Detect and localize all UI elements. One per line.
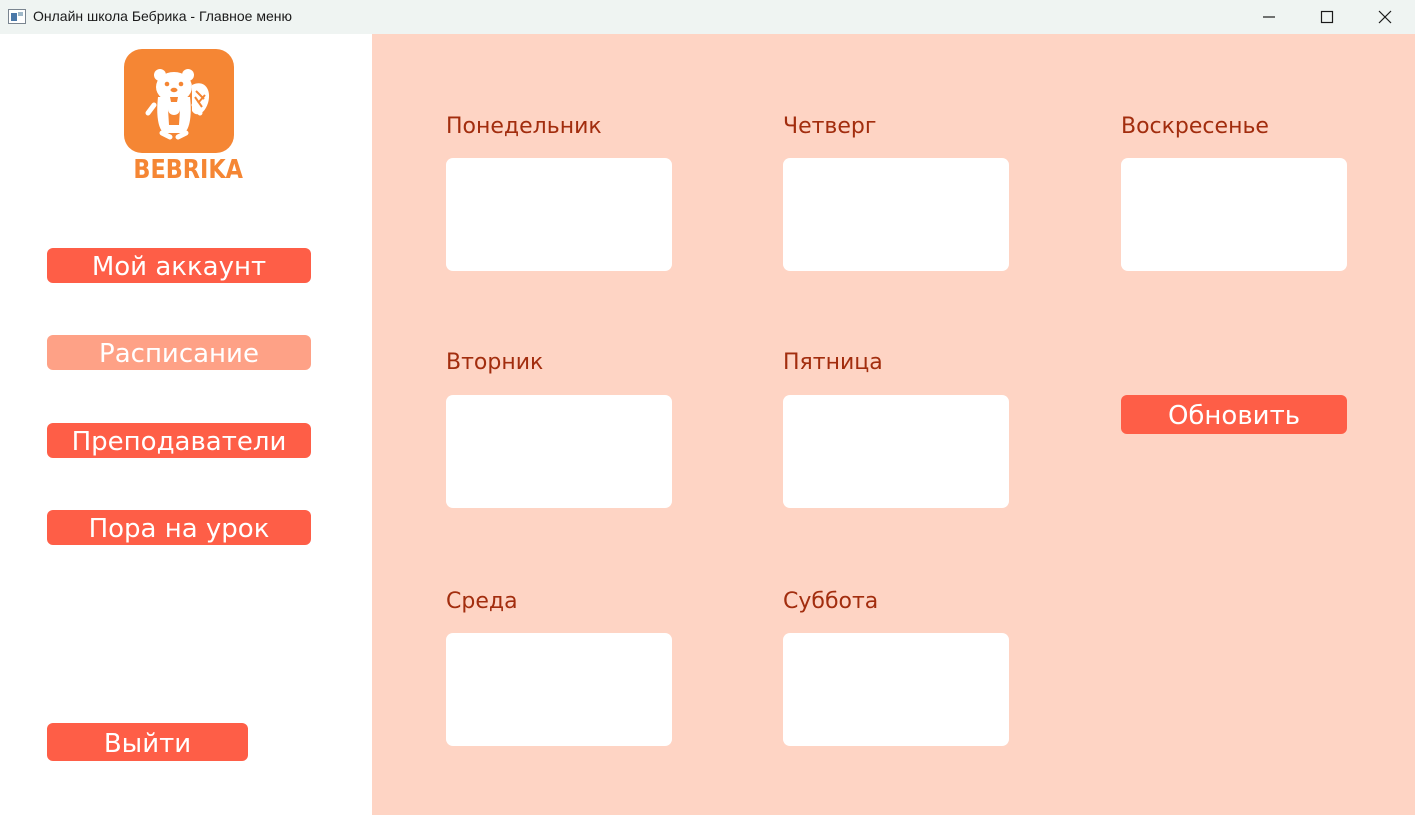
schedule-panel: Понедельник Вторник Среда Четверг Пятниц… (372, 34, 1415, 815)
title-bar: Онлайн школа Бебрика - Главное меню (0, 0, 1415, 34)
close-button[interactable] (1356, 0, 1414, 34)
day-box-friday[interactable] (783, 395, 1009, 508)
logo: BEBRIKA (124, 49, 243, 189)
day-label-saturday: Суббота (783, 589, 879, 614)
refresh-button[interactable]: Обновить (1121, 395, 1347, 434)
day-label-monday: Понедельник (446, 114, 602, 139)
maximize-icon (1320, 10, 1334, 24)
minimize-button[interactable] (1240, 0, 1298, 34)
maximize-button[interactable] (1298, 0, 1356, 34)
day-label-friday: Пятница (783, 350, 883, 375)
day-label-sunday: Воскресенье (1121, 114, 1269, 139)
teachers-button[interactable]: Преподаватели (47, 423, 311, 458)
day-box-wednesday[interactable] (446, 633, 672, 746)
day-box-sunday[interactable] (1121, 158, 1347, 271)
beaver-logo-icon (124, 49, 234, 153)
day-box-monday[interactable] (446, 158, 672, 271)
window-title: Онлайн школа Бебрика - Главное меню (33, 8, 292, 24)
day-box-saturday[interactable] (783, 633, 1009, 746)
day-box-thursday[interactable] (783, 158, 1009, 271)
minimize-icon (1263, 16, 1275, 18)
logo-text: BEBRIKA (133, 155, 243, 185)
sidebar: BEBRIKA Мой аккаунт Расписание Преподава… (0, 34, 372, 815)
day-label-tuesday: Вторник (446, 350, 544, 375)
close-icon (1378, 10, 1392, 24)
day-label-thursday: Четверг (783, 114, 877, 139)
lesson-time-button[interactable]: Пора на урок (47, 510, 311, 545)
app-window-icon (8, 9, 26, 24)
day-box-tuesday[interactable] (446, 395, 672, 508)
my-account-button[interactable]: Мой аккаунт (47, 248, 311, 283)
schedule-button[interactable]: Расписание (47, 335, 311, 370)
exit-button[interactable]: Выйти (47, 723, 248, 761)
day-label-wednesday: Среда (446, 589, 518, 614)
